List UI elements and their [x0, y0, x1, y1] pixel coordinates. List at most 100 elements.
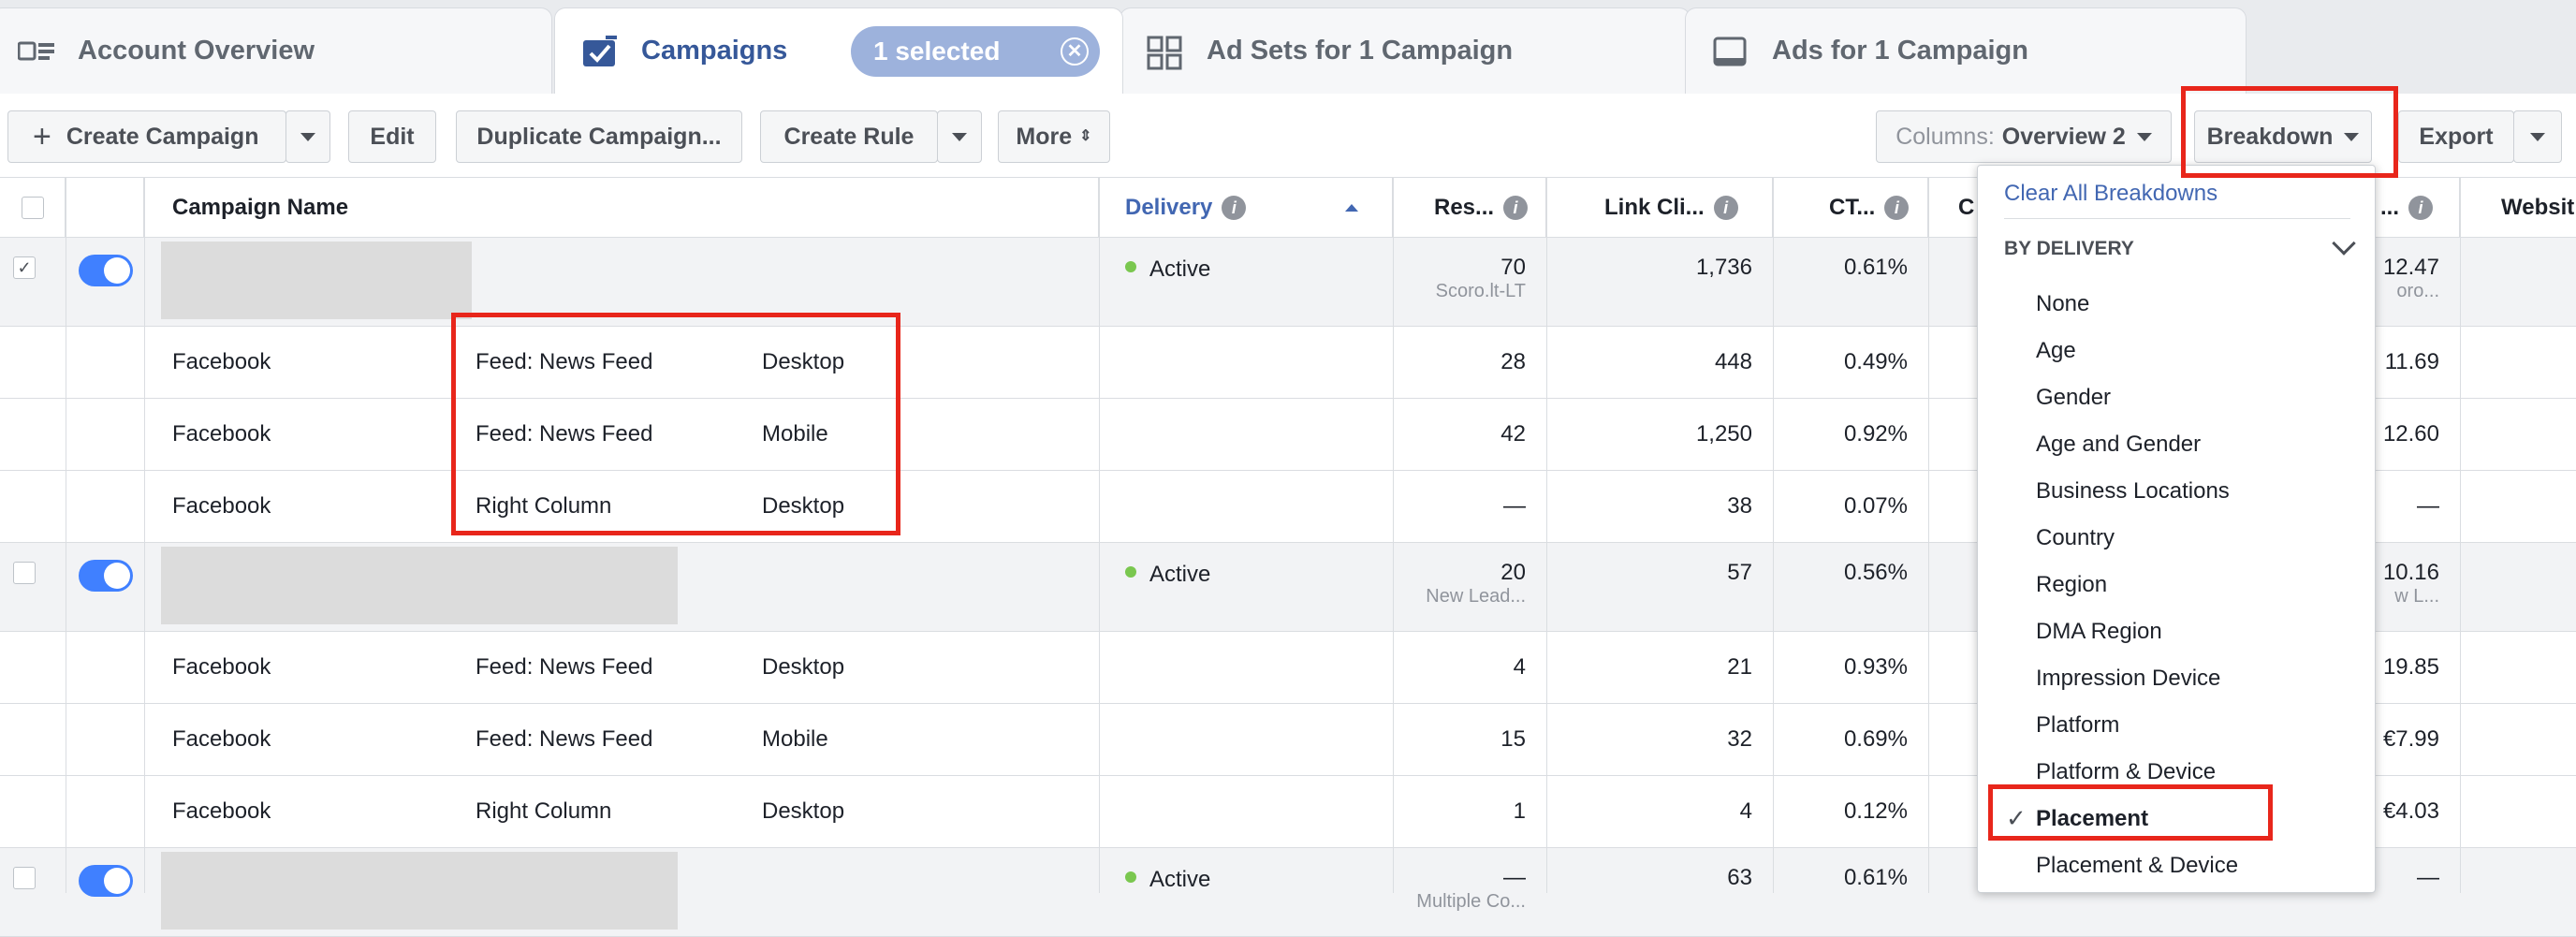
- clear-all-breakdowns-link[interactable]: Clear All Breakdowns: [2004, 181, 2217, 207]
- sort-arrows-icon: ⇕: [1079, 131, 1091, 142]
- export-dropdown[interactable]: [2513, 110, 2562, 163]
- breakdown-option-none[interactable]: None: [2036, 291, 2089, 317]
- link-clicks-value: 1,250: [1696, 421, 1752, 447]
- columns-button[interactable]: Columns: Overview 2: [1876, 110, 2172, 163]
- breakdown-option-platform[interactable]: Platform: [2036, 712, 2119, 739]
- results-cell: 28: [1393, 327, 1546, 398]
- tab-account-overview[interactable]: Account Overview: [0, 7, 552, 94]
- platform-cell: Facebook: [172, 632, 271, 703]
- link-clicks-cell: 21: [1546, 632, 1773, 703]
- breakdown-option-platform-device[interactable]: Platform & Device: [2036, 759, 2216, 785]
- cost-value: €7.99: [2383, 726, 2439, 753]
- header-label: ...: [2380, 195, 2399, 221]
- header-ctr[interactable]: CT...i: [1773, 178, 1928, 238]
- device-value: Desktop: [762, 798, 844, 825]
- cost-subtitle: oro...: [2396, 281, 2439, 302]
- breakdown-option-region[interactable]: Region: [2036, 572, 2107, 598]
- ctr-cell: 0.93%: [1773, 632, 1928, 703]
- chevron-down-icon[interactable]: [2332, 231, 2355, 255]
- breakdown-option-gender[interactable]: Gender: [2036, 385, 2111, 411]
- link-clicks-value: 32: [1727, 726, 1752, 753]
- link-clicks-value: 4: [1740, 798, 1752, 825]
- link-clicks-value: 63: [1727, 865, 1752, 891]
- create-campaign-dropdown[interactable]: [285, 110, 330, 163]
- create-campaign-button[interactable]: + Create Campaign: [7, 110, 286, 163]
- create-rule-button[interactable]: Create Rule: [760, 110, 938, 163]
- platform-cell: Facebook: [172, 399, 271, 470]
- row-checkbox[interactable]: [13, 562, 36, 584]
- cost-value: 19.85: [2383, 654, 2439, 681]
- breakdown-option-dma-region[interactable]: DMA Region: [2036, 619, 2162, 645]
- clear-selection-icon[interactable]: ✕: [1061, 37, 1089, 66]
- caret-down-icon: [2344, 133, 2359, 141]
- row-checkbox[interactable]: [13, 867, 36, 889]
- export-button[interactable]: Export: [2398, 110, 2514, 163]
- link-clicks-cell: 448: [1546, 327, 1773, 398]
- selected-count-badge[interactable]: 1 selected ✕: [851, 26, 1100, 77]
- results-value: 20: [1500, 560, 1526, 586]
- breakdown-option-impression-device[interactable]: Impression Device: [2036, 666, 2220, 692]
- platform-value: Facebook: [172, 798, 271, 825]
- sort-ascending-icon[interactable]: [1345, 204, 1358, 212]
- account-overview-icon: [18, 36, 57, 67]
- cost-value: 12.47: [2383, 255, 2439, 281]
- campaign-toggle[interactable]: [79, 255, 133, 286]
- campaign-toggle[interactable]: [79, 865, 133, 897]
- tab-ads[interactable]: Ads for 1 Campaign: [1685, 7, 2247, 94]
- platform-cell: Facebook: [172, 471, 271, 542]
- tab-bar: Account Overview Campaigns 1 selected ✕ …: [0, 0, 2576, 94]
- placement-value: Right Column: [476, 493, 611, 520]
- tab-label: Campaigns: [641, 36, 787, 66]
- placement-cell: Right Column: [476, 471, 611, 542]
- breakdown-menu: Clear All Breakdowns BY DELIVERY None Age…: [1977, 165, 2376, 893]
- campaign-toggle[interactable]: [79, 560, 133, 592]
- more-label: More: [1016, 124, 1072, 151]
- breakdown-option-age[interactable]: Age: [2036, 338, 2076, 364]
- header-link-clicks[interactable]: Link Cli...i: [1546, 178, 1773, 238]
- header-select-all[interactable]: [0, 178, 66, 238]
- results-cell: 4: [1393, 632, 1546, 703]
- row-checkbox[interactable]: ✓: [13, 256, 36, 279]
- header-toggle: [66, 178, 144, 238]
- info-icon[interactable]: i: [1503, 196, 1528, 220]
- breakdown-option-country[interactable]: Country: [2036, 525, 2115, 551]
- header-website[interactable]: Websit: [2460, 178, 2576, 238]
- delivery-status: Active: [1149, 256, 1210, 283]
- tab-campaigns[interactable]: Campaigns 1 selected ✕: [554, 7, 1123, 94]
- column-divider: [1546, 178, 1547, 893]
- info-icon[interactable]: i: [1222, 196, 1246, 220]
- info-icon[interactable]: i: [1714, 196, 1738, 220]
- results-value: 1: [1514, 798, 1526, 825]
- info-icon[interactable]: i: [2408, 196, 2433, 220]
- active-status-dot: [1125, 261, 1136, 272]
- breakdown-label: Breakdown: [2207, 124, 2334, 151]
- results-value: —: [1503, 493, 1526, 520]
- platform-value: Facebook: [172, 654, 271, 681]
- header-label: Delivery: [1125, 195, 1212, 221]
- breakdown-option-business-locations[interactable]: Business Locations: [2036, 478, 2230, 505]
- placement-value: Feed: News Feed: [476, 654, 652, 681]
- breakdown-option-placement-device[interactable]: Placement & Device: [2036, 853, 2238, 879]
- by-delivery-section[interactable]: BY DELIVERY: [2004, 238, 2134, 260]
- campaign-check-icon: [581, 36, 621, 67]
- results-subtitle: New Lead...: [1426, 586, 1526, 608]
- duplicate-campaign-button[interactable]: Duplicate Campaign...: [456, 110, 742, 163]
- header-campaign-name[interactable]: Campaign Name: [144, 178, 1099, 238]
- create-rule-dropdown[interactable]: [937, 110, 982, 163]
- header-results[interactable]: Res...i: [1393, 178, 1546, 238]
- info-icon[interactable]: i: [1884, 196, 1909, 220]
- export-label: Export: [2419, 124, 2493, 151]
- more-button[interactable]: More ⇕: [998, 110, 1110, 163]
- select-all-checkbox[interactable]: [22, 197, 44, 219]
- edit-button[interactable]: Edit: [348, 110, 436, 163]
- breakdown-button[interactable]: Breakdown: [2194, 110, 2372, 163]
- breakdown-option-age-and-gender[interactable]: Age and Gender: [2036, 432, 2201, 458]
- tab-ad-sets[interactable]: Ad Sets for 1 Campaign: [1120, 7, 1690, 94]
- breakdown-option-placement[interactable]: Placement: [2036, 806, 2148, 832]
- header-delivery[interactable]: Delivery i: [1099, 178, 1393, 238]
- ctr-value: 0.61%: [1844, 865, 1908, 891]
- platform-cell: Facebook: [172, 704, 271, 775]
- cost-value: —: [2417, 865, 2439, 891]
- cost-value: 12.60: [2383, 421, 2439, 447]
- ctr-value: 0.61%: [1844, 255, 1908, 281]
